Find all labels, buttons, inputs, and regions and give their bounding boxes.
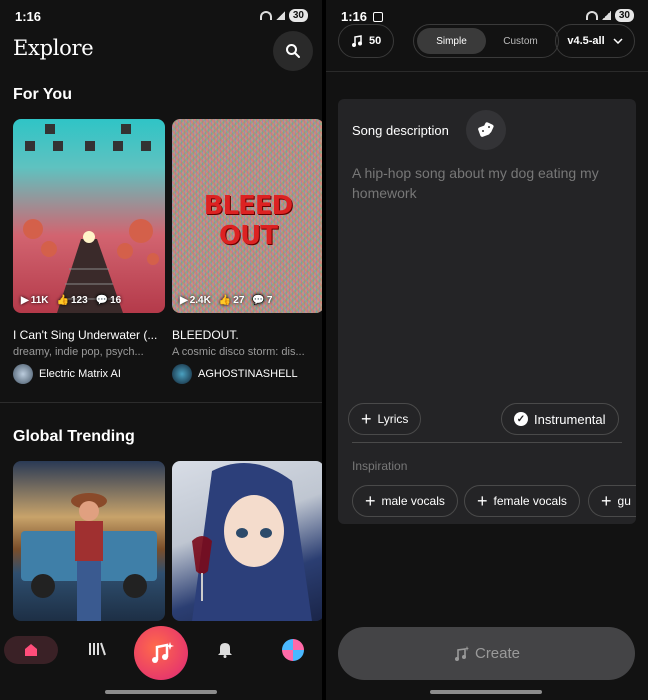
library-icon [89,642,106,656]
chevron-down-icon [613,38,623,44]
comments-count: 💬 7 [252,295,273,306]
search-button[interactable] [273,31,313,71]
instrumental-label: Instrumental [534,411,606,427]
likes-count: 👍 123 [56,295,88,306]
create-music-icon [152,642,174,663]
global-trending-heading: Global Trending [13,428,135,445]
author-name: AGHOSTINASHELL [198,368,298,380]
song-cover-image [172,461,322,621]
mode-simple-tab[interactable]: Simple [417,28,486,54]
random-prompt-button[interactable] [466,110,506,150]
instrumental-toggle[interactable]: ✓ Instrumental [501,403,619,435]
stage-artwork [23,124,159,313]
home-indicator [105,690,217,694]
status-icons: 30 [585,9,634,22]
anime-artwork [192,463,312,621]
wifi-icon [585,11,598,20]
comments-count: 💬 16 [95,295,122,306]
mode-toggle: Simple Custom [413,24,559,58]
song-description-card: Song description A hip-hop song about my… [338,99,636,524]
song-stats: ▶ 2.4K 👍 27 💬 7 [180,295,272,306]
status-bar: 1:16 30 [0,0,322,32]
trending-card[interactable] [172,461,322,621]
song-author[interactable]: AGHOSTINASHELL [172,364,322,384]
lyrics-button[interactable]: + Lyrics [348,403,422,435]
section-divider [0,402,322,403]
mode-custom-tab[interactable]: Custom [486,28,555,54]
avatar [13,364,33,384]
tag-label: male vocals [381,494,445,508]
plus-icon: + [477,491,488,511]
tag-label: gu [617,494,631,508]
signal-icon [601,11,611,20]
song-card[interactable]: BLEED OUT ▶ 2.4K 👍 27 💬 7 BLEEDOUT. A co… [172,119,322,384]
create-screen: 1:16 30 50 Simple Custom v4.5-all Song d… [326,0,648,700]
signal-icon [275,11,285,20]
version-select[interactable]: v4.5-all [555,24,635,58]
create-music-icon [454,645,469,661]
battery-icon: 30 [288,9,308,22]
music-note-icon [352,35,362,47]
credits-count: 50 [369,35,382,47]
song-cover-image: BLEED OUT ▶ 2.4K 👍 27 💬 7 [172,119,322,313]
status-icons: 30 [259,9,308,22]
status-time: 1:16 [341,9,384,24]
song-description-label: Song description [352,123,449,138]
nav-create-button[interactable] [134,626,188,680]
home-icon [25,644,37,656]
card-divider [352,442,622,443]
likes-count: 👍 27 [218,295,245,306]
plays-count: ▶ 2.4K [180,295,211,306]
battery-icon: 30 [614,9,634,22]
truck-artwork [21,493,157,621]
plus-icon: + [365,491,376,511]
home-indicator [430,690,542,694]
nav-profile-avatar[interactable] [282,639,304,661]
page-title: Explore [13,36,94,60]
credits-button[interactable]: 50 [338,24,395,58]
song-cover-image: ▶ 11K 👍 123 💬 16 [13,119,165,313]
screen-record-icon [373,12,384,22]
lyrics-label: Lyrics [377,412,409,426]
trending-card[interactable] [13,461,165,621]
create-label: Create [474,645,521,662]
song-title: I Can't Sing Underwater (... [13,328,158,342]
plus-icon: + [361,409,372,429]
song-cover-image [13,461,165,621]
avatar [172,364,192,384]
song-title: BLEEDOUT. [172,328,239,342]
cover-text: BLEED OUT [203,191,294,251]
bottom-nav [0,626,322,700]
song-author[interactable]: Electric Matrix AI [13,364,165,384]
check-icon: ✓ [514,412,528,426]
for-you-heading: For You [13,86,72,103]
plays-count: ▶ 11K [21,295,49,306]
inspiration-tag[interactable]: + female vocals [464,485,580,517]
inspiration-tag[interactable]: + male vocals [352,485,458,517]
nav-notifications[interactable] [217,640,233,663]
bell-icon [218,643,232,658]
song-card[interactable]: ▶ 11K 👍 123 💬 16 I Can't Sing Underwater… [13,119,165,384]
inspiration-label: Inspiration [352,459,408,473]
nav-library[interactable] [88,641,106,662]
dice-icon [478,122,494,137]
song-description-input[interactable]: A hip-hop song about my dog eating my ho… [352,163,622,203]
tag-label: female vocals [493,494,567,508]
version-value: v4.5-all [567,35,605,47]
explore-screen: 1:16 30 Explore For You ▶ 11K 👍 123 💬 16 [0,0,322,700]
wifi-icon [259,11,272,20]
plus-icon: + [601,491,612,511]
song-stats: ▶ 11K 👍 123 💬 16 [21,295,121,306]
search-icon [286,44,300,58]
create-button[interactable]: Create [338,627,635,680]
create-toolbar: 50 Simple Custom v4.5-all [326,24,648,60]
song-subtitle: A cosmic disco storm: dis... [172,346,305,358]
nav-home[interactable] [4,636,58,664]
author-name: Electric Matrix AI [39,368,121,380]
song-subtitle: dreamy, indie pop, psych... [13,346,144,358]
inspiration-tag[interactable]: + gu [588,485,636,517]
toolbar-divider [326,71,648,72]
status-time: 1:16 [15,9,42,24]
